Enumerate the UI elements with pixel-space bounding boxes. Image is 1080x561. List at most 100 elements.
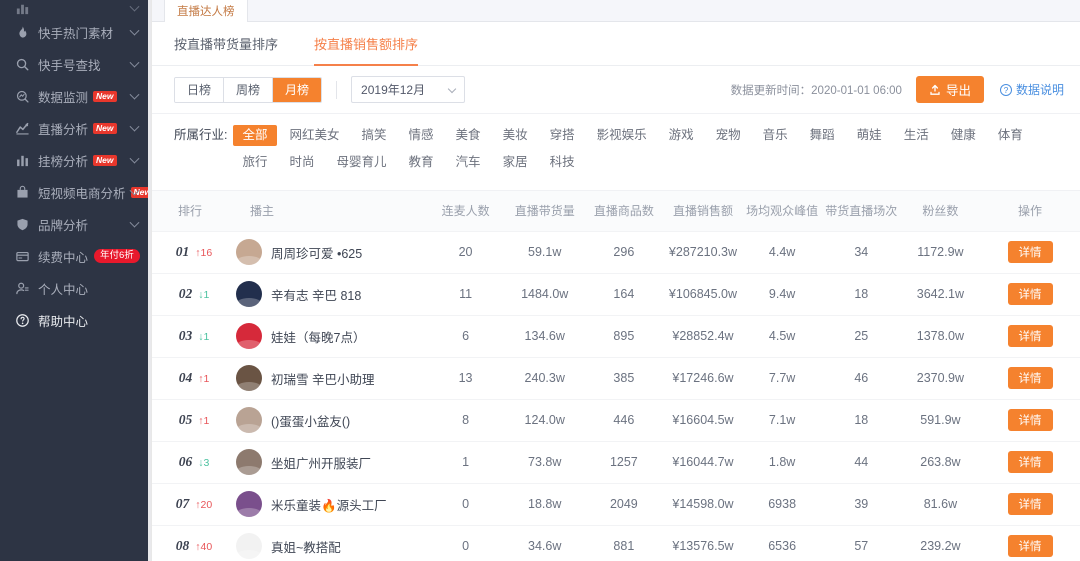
column-header-action: 操作 xyxy=(980,191,1080,231)
chevron-down-icon xyxy=(129,217,140,228)
table-row[interactable]: 06 ↓3 坐姐广州开服装厂 1 73.8w 1257 ¥16044.7w 1.8w 44 263… xyxy=(152,441,1080,484)
host-name[interactable]: 周周珍可爱 •625 xyxy=(271,243,362,262)
detail-button[interactable]: 详情 xyxy=(1007,283,1053,305)
subtab-sort-by-volume[interactable]: 按直播带货量排序 xyxy=(174,22,278,66)
chevron-down-icon xyxy=(129,89,140,100)
period-daily[interactable]: 日榜 xyxy=(175,77,225,102)
sidebar-item-2[interactable]: 快手号查找 xyxy=(0,48,151,80)
cell-rank: 07 ↑20 xyxy=(152,483,236,526)
detail-button[interactable]: 详情 xyxy=(1007,367,1053,389)
sidebar-item-7[interactable]: 品牌分析 xyxy=(0,208,151,240)
detail-button[interactable]: 详情 xyxy=(1007,241,1053,263)
period-monthly[interactable]: 月榜 xyxy=(273,77,322,102)
industry-tag-21[interactable]: 家居 xyxy=(494,152,537,173)
sidebar-item-3[interactable]: 数据监测 New xyxy=(0,80,151,112)
host-name[interactable]: 初瑞雪 辛巴小助理 xyxy=(271,369,374,388)
sidebar-item-10[interactable]: 帮助中心 xyxy=(0,304,151,336)
table-row[interactable]: 02 ↓1 辛有志 辛巴 818 11 1484.0w 164 ¥106845.0w 9.4w… xyxy=(152,273,1080,316)
export-button[interactable]: 导出 xyxy=(915,76,984,103)
host-name[interactable]: ()蛋蛋小盆友() xyxy=(271,411,350,430)
table-row[interactable]: 03 ↓1 娃娃（每晚7点） 6 134.6w 895 ¥28852.4w 4.5w 25 137… xyxy=(152,315,1080,358)
sidebar-item-4[interactable]: 直播分析 New xyxy=(0,112,151,144)
industry-tag-16[interactable]: 旅行 xyxy=(233,152,276,173)
bars-icon xyxy=(14,152,30,168)
rank-number: 06 xyxy=(178,454,193,469)
industry-tag-9[interactable]: 宠物 xyxy=(707,125,750,146)
detail-button[interactable]: 详情 xyxy=(1007,451,1053,473)
cell-live-sessions: 39 xyxy=(821,483,901,526)
sidebar-nav-list: 快手热门素材 快手号查找 数据监测 New 直播分析 New 挂榜分析 New 短视频电商分析 N… xyxy=(0,0,151,336)
host-name[interactable]: 坐姐广州开服装厂 xyxy=(271,453,371,472)
period-segmented-control: 日榜 周榜 月榜 xyxy=(174,76,323,103)
detail-button[interactable]: 详情 xyxy=(1007,493,1053,515)
cell-live-sessions: 34 xyxy=(821,230,901,274)
chevron-down-icon xyxy=(447,84,457,94)
cell-action: 详情 xyxy=(980,315,1080,358)
industry-tag-20[interactable]: 汽车 xyxy=(447,152,490,173)
industry-tag-2[interactable]: 搞笑 xyxy=(353,125,396,146)
period-weekly[interactable]: 周榜 xyxy=(224,77,274,102)
sidebar-item-9[interactable]: 个人中心 xyxy=(0,272,151,304)
subtab-sort-by-sales[interactable]: 按直播销售额排序 xyxy=(314,22,419,66)
industry-tag-13[interactable]: 生活 xyxy=(895,125,938,146)
detail-button[interactable]: 详情 xyxy=(1007,325,1053,347)
column-header-avg-peak: 场均观众峰值 xyxy=(742,191,822,231)
industry-tag-12[interactable]: 萌娃 xyxy=(848,125,891,146)
cell-live-volume: 240.3w xyxy=(505,357,585,400)
industry-tag-7[interactable]: 影视娱乐 xyxy=(588,125,656,146)
sidebar-item-1[interactable]: 快手热门素材 xyxy=(0,16,151,48)
host-name[interactable]: 辛有志 辛巴 818 xyxy=(271,285,361,304)
cell-sales: ¥287210.3w xyxy=(663,230,743,274)
industry-tag-5[interactable]: 美妆 xyxy=(494,125,537,146)
host-name[interactable]: 米乐童装🔥源头工厂 xyxy=(271,495,387,514)
industry-tag-14[interactable]: 健康 xyxy=(942,125,985,146)
industry-tag-17[interactable]: 时尚 xyxy=(281,152,324,173)
cell-fans: 1172.9w xyxy=(900,230,980,274)
sidebar-item-0[interactable] xyxy=(0,0,151,16)
table-row[interactable]: 01 ↑16 周周珍可爱 •625 20 59.1w 296 ¥287210.3w 4.4w 3… xyxy=(152,230,1080,274)
detail-button[interactable]: 详情 xyxy=(1007,409,1053,431)
host-name[interactable]: 真姐~教搭配 xyxy=(271,537,341,556)
host-name[interactable]: 娃娃（每晚7点） xyxy=(271,327,365,346)
sidebar-item-8[interactable]: 续费中心 年付6折 xyxy=(0,240,151,272)
column-header-fans: 粉丝数 xyxy=(900,191,980,231)
industry-tag-8[interactable]: 游戏 xyxy=(660,125,703,146)
cell-rank: 04 ↑1 xyxy=(152,357,236,400)
industry-tag-15[interactable]: 体育 xyxy=(989,125,1032,146)
industry-tag-6[interactable]: 穿搭 xyxy=(541,125,584,146)
table-row[interactable]: 04 ↑1 初瑞雪 辛巴小助理 13 240.3w 385 ¥17246.6w 7.7w 46 2… xyxy=(152,357,1080,400)
industry-tag-19[interactable]: 教育 xyxy=(400,152,443,173)
export-label: 导出 xyxy=(945,84,971,98)
rank-number: 03 xyxy=(178,328,193,343)
industry-tag-18[interactable]: 母婴育儿 xyxy=(328,152,396,173)
table-body: 01 ↑16 周周珍可爱 •625 20 59.1w 296 ¥287210.3w 4.4w 3… xyxy=(152,230,1080,561)
cell-goods-count: 296 xyxy=(584,230,664,274)
industry-tag-22[interactable]: 科技 xyxy=(541,152,584,173)
industry-tag-3[interactable]: 情感 xyxy=(400,125,443,146)
detail-button[interactable]: 详情 xyxy=(1007,535,1053,557)
month-select[interactable]: 2019年12月 xyxy=(351,76,466,103)
sidebar-item-label: 帮助中心 xyxy=(38,314,89,329)
industry-tag-10[interactable]: 音乐 xyxy=(754,125,797,146)
data-description-link[interactable]: ? 数据说明 xyxy=(999,81,1064,98)
cell-sales: ¥16044.7w xyxy=(663,441,743,484)
tab-live-influencer-ranking[interactable]: 直播达人榜 xyxy=(164,0,248,22)
cell-avg-peak: 7.7w xyxy=(742,357,822,400)
industry-tag-4[interactable]: 美食 xyxy=(447,125,490,146)
data-update-time: 数据更新时间：2020-01-01 06:00 xyxy=(730,84,902,97)
industry-tag-11[interactable]: 舞蹈 xyxy=(801,125,844,146)
table-row[interactable]: 07 ↑20 米乐童装🔥源头工厂 0 18.8w 2049 ¥14598.0w 6938 39 8… xyxy=(152,483,1080,526)
data-description-label: 数据说明 xyxy=(1015,83,1064,97)
table-row[interactable]: 05 ↑1 ()蛋蛋小盆友() 8 124.0w 446 ¥16604.5w 7.1w 18 59… xyxy=(152,399,1080,442)
avatar xyxy=(236,491,262,517)
sidebar-item-5[interactable]: 挂榜分析 New xyxy=(0,144,151,176)
chevron-down-icon xyxy=(129,121,140,132)
table-row[interactable]: 08 ↑40 真姐~教搭配 0 34.6w 881 ¥13576.5w 6536 57 239.2… xyxy=(152,525,1080,561)
industry-tag-0[interactable]: 全部 xyxy=(233,125,277,146)
cell-action: 详情 xyxy=(980,525,1080,561)
sidebar-item-6[interactable]: 短视频电商分析 New xyxy=(0,176,151,208)
sidebar-scrollbar[interactable] xyxy=(148,0,151,561)
export-icon xyxy=(929,84,941,96)
rank-delta: ↑1 xyxy=(198,415,210,427)
industry-tag-1[interactable]: 网红美女 xyxy=(281,125,349,146)
